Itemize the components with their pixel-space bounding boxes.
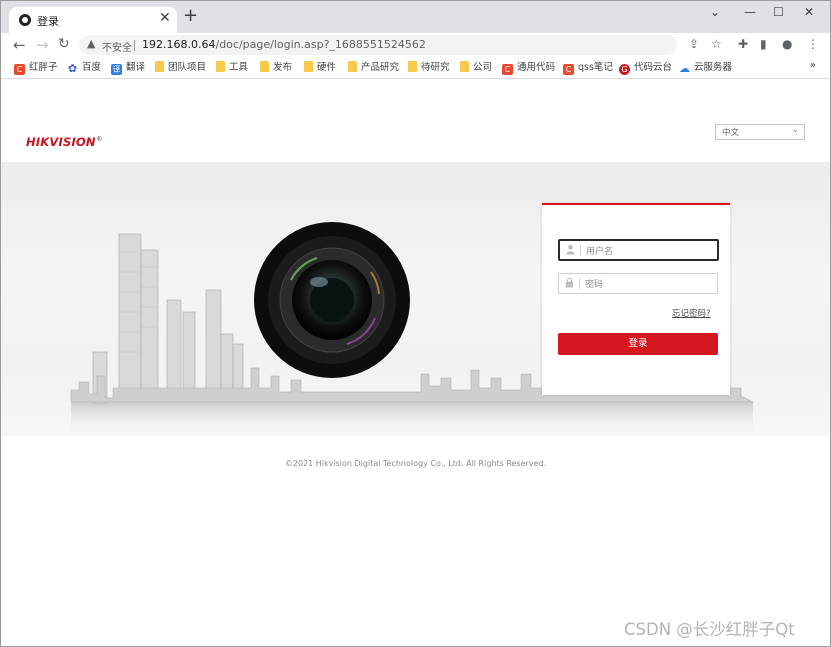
username-field[interactable]: 用户名 (558, 239, 719, 261)
address-divider (134, 40, 135, 51)
url-path: /doc/page/login.asp?_1688551524562 (215, 38, 426, 51)
share-icon[interactable]: ⇪ (689, 37, 699, 51)
bookmark-item[interactable]: 团队项目 (155, 60, 206, 75)
folder-icon (348, 61, 357, 72)
bookmark-item[interactable]: C 红胖子 (14, 60, 58, 75)
bookmark-label: qss笔记 (578, 62, 613, 73)
extensions-puzzle-icon[interactable]: ✚ (738, 37, 748, 51)
field-divider (580, 245, 581, 256)
bookmark-label: 通用代码 (517, 62, 556, 73)
gitee-icon: G (619, 64, 630, 75)
bookmark-label: 团队项目 (168, 62, 207, 73)
bookmark-item[interactable]: G 代码云台 (619, 60, 672, 75)
username-placeholder: 用户名 (586, 247, 614, 257)
bookmarks-bar: C 红胖子 ✿ 百度 译翻译 团队项目 工具 发布 硬件 产品研究 待研究 公司 C… (1, 57, 830, 79)
bookmark-star-icon[interactable]: ☆ (711, 37, 722, 51)
tab-title: 登录 (37, 15, 59, 28)
bookmark-label: 工具 (229, 62, 249, 73)
hikvision-logo: HIKVISION® (26, 135, 103, 149)
bookmark-item[interactable]: 公司 (460, 60, 492, 75)
hikvision-favicon-icon (19, 14, 31, 26)
folder-icon (460, 61, 469, 72)
folder-icon (408, 61, 417, 72)
bookmark-item[interactable]: 译翻译 (111, 60, 145, 75)
bookmark-label: 翻译 (126, 62, 146, 73)
c-icon: C (563, 64, 574, 75)
reload-button[interactable]: ↻ (58, 36, 70, 52)
close-tab-icon[interactable]: ✕ (159, 10, 171, 26)
bookmark-label: 百度 (82, 62, 102, 73)
bookmark-item[interactable]: 待研究 (408, 60, 450, 75)
c-icon: C (502, 64, 513, 75)
bookmark-item[interactable]: 产品研究 (348, 60, 399, 75)
password-field[interactable]: 密码 (558, 273, 718, 294)
bookmark-label: 发布 (273, 62, 293, 73)
bookmark-label: 公司 (473, 62, 493, 73)
field-divider (579, 278, 580, 289)
lock-icon (565, 277, 574, 288)
cloud-icon: ☁ (679, 62, 690, 75)
bookmark-item[interactable]: ☁ 云服务器 (679, 60, 732, 75)
csdn-watermark: CSDN @长沙红胖子Qt (624, 620, 795, 639)
folder-icon (155, 61, 164, 72)
forgot-password-link[interactable]: 忘记密码? (672, 307, 711, 319)
chevron-down-icon: ⌄ (791, 125, 799, 135)
login-page: HIKVISION® 中文 ⌄ 用户名 密码 忘记密码? 登录 ©2021 Hi… (1, 79, 830, 646)
bookmark-label: 代码云台 (634, 62, 673, 73)
browser-tab[interactable]: 登录 ✕ (9, 7, 177, 33)
bookmark-item[interactable]: C 通用代码 (502, 60, 555, 75)
copyright-footer: ©2021 Hikvision Digital Technology Co., … (284, 459, 547, 468)
user-icon (566, 244, 575, 255)
bookmark-label: 产品研究 (361, 62, 400, 73)
browser-window: 登录 ✕ + ⌄ — ☐ ✕ ← → ↻ ▲ 不安全 192.168.0.64/… (0, 0, 831, 647)
maximize-button[interactable]: ☐ (773, 5, 784, 19)
menu-kebab-icon[interactable]: ⋮ (807, 37, 819, 51)
login-button[interactable]: 登录 (558, 333, 718, 355)
logo-brand: HIKVISION (26, 135, 96, 149)
close-window-button[interactable]: ✕ (804, 5, 814, 19)
forward-button[interactable]: → (36, 36, 49, 54)
url-text: 192.168.0.64/doc/page/login.asp?_1688551… (142, 38, 426, 51)
folder-icon (304, 61, 313, 72)
bookmark-item[interactable]: 发布 (260, 60, 292, 75)
tab-strip: 登录 ✕ + ⌄ — ☐ ✕ (1, 1, 830, 33)
url-host: 192.168.0.64 (142, 38, 216, 51)
language-select-value: 中文 (722, 128, 740, 138)
baidu-paw-icon: ✿ (67, 62, 78, 75)
logo-registered-mark: ® (95, 135, 103, 144)
new-tab-button[interactable]: + (183, 7, 198, 25)
login-panel: 用户名 密码 忘记密码? 登录 (542, 203, 730, 395)
bookmark-label: 云服务器 (694, 62, 733, 73)
password-placeholder: 密码 (585, 280, 604, 290)
language-select[interactable]: 中文 ⌄ (715, 124, 805, 140)
bookmarks-overflow-button[interactable]: » (810, 60, 816, 71)
profile-avatar-icon[interactable]: ● (782, 37, 792, 51)
tab-search-chevron-icon[interactable]: ⌄ (710, 5, 720, 19)
folder-icon (216, 61, 225, 72)
side-panel-icon[interactable]: ▮ (760, 37, 767, 51)
minimize-button[interactable]: — (744, 5, 756, 19)
bookmark-item[interactable]: Cqss笔记 (563, 60, 613, 75)
c-icon: C (14, 64, 25, 75)
translate-icon: 译 (111, 64, 122, 75)
insecure-label: 不安全 (102, 43, 132, 54)
bookmark-label: 硬件 (317, 62, 337, 73)
bookmark-item[interactable]: 硬件 (304, 60, 336, 75)
warning-triangle-icon: ▲ (87, 37, 96, 50)
back-button[interactable]: ← (13, 36, 26, 54)
bookmark-item[interactable]: 工具 (216, 60, 248, 75)
address-bar[interactable]: ▲ 不安全 192.168.0.64/doc/page/login.asp?_1… (79, 35, 722, 55)
browser-toolbar: ← → ↻ ▲ 不安全 192.168.0.64/doc/page/login.… (1, 33, 830, 57)
bookmark-label: 待研究 (421, 62, 450, 73)
folder-icon (260, 61, 269, 72)
bookmark-label: 红胖子 (29, 62, 58, 73)
bookmark-item[interactable]: ✿ 百度 (67, 60, 101, 75)
